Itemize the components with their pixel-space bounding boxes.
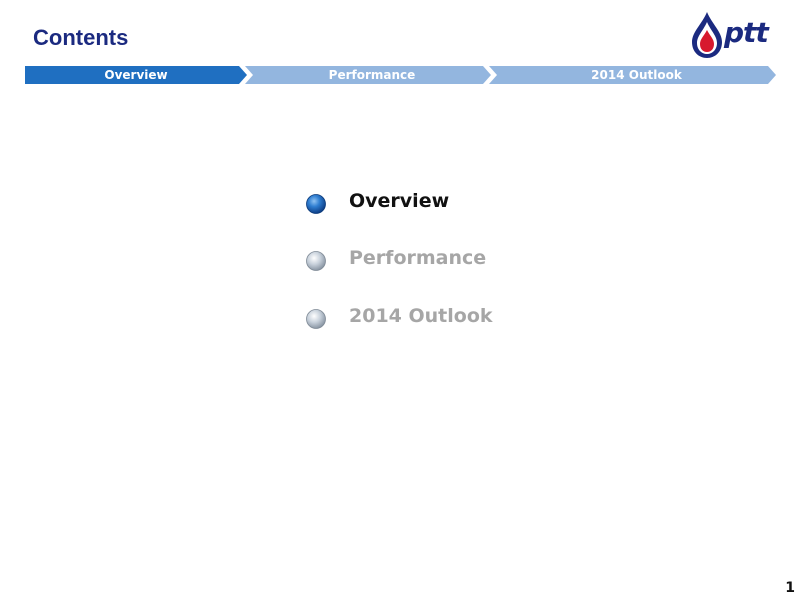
grey-bullet-icon [306, 309, 326, 329]
blue-bullet-icon [306, 194, 326, 214]
page-title: Contents [33, 25, 129, 50]
logo-wordmark: ptt [724, 16, 769, 49]
step-overview[interactable]: Overview [25, 66, 247, 84]
agenda-label-2014-outlook: 2014 Outlook [349, 305, 493, 327]
agenda-item-2014-outlook[interactable]: 2014 Outlook [305, 303, 565, 333]
step-2014-outlook[interactable]: 2014 Outlook [497, 66, 776, 84]
flame-drop-icon [692, 12, 722, 58]
agenda-item-performance[interactable]: Performance [305, 245, 565, 275]
page-number: 1 [785, 580, 795, 596]
agenda-label-performance: Performance [349, 247, 487, 269]
agenda-item-overview[interactable]: Overview [305, 188, 565, 218]
agenda-label-overview: Overview [349, 190, 450, 212]
step-performance[interactable]: Performance [253, 66, 491, 84]
grey-bullet-icon [306, 251, 326, 271]
progress-stepbar: Overview Performance 2014 Outlook [25, 66, 777, 84]
